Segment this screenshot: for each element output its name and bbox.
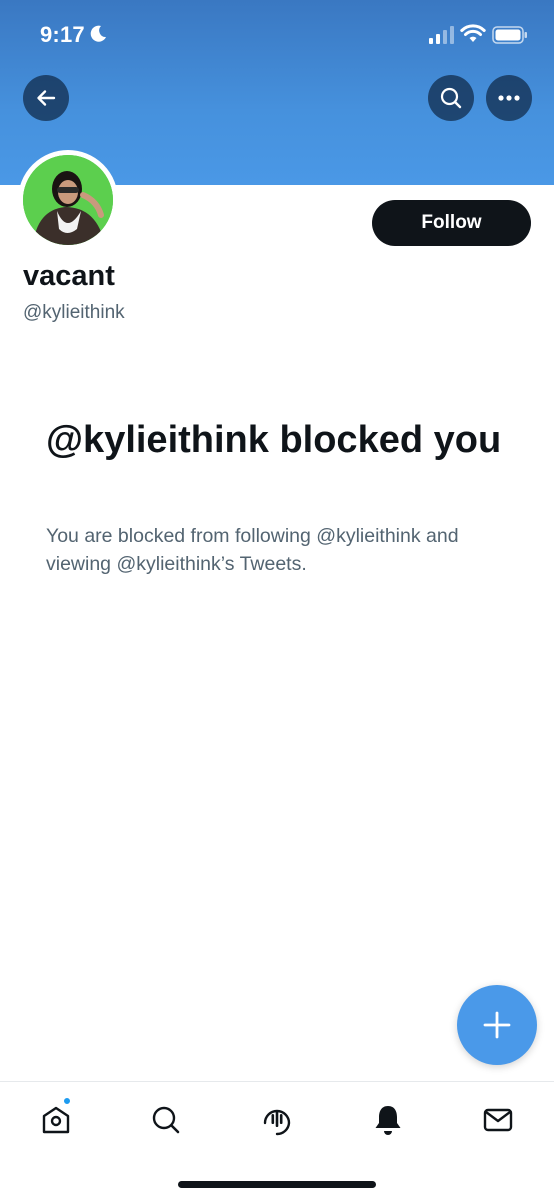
search-icon xyxy=(152,1106,180,1134)
spaces-icon xyxy=(263,1109,291,1136)
search-icon xyxy=(440,87,462,109)
home-icon xyxy=(42,1106,70,1134)
status-bar: 9:17 xyxy=(0,0,554,70)
tab-notifications[interactable] xyxy=(368,1100,408,1140)
more-options-button[interactable] xyxy=(486,75,532,121)
blocked-title: @kylieithink blocked you xyxy=(46,419,502,461)
avatar-photo xyxy=(23,155,113,245)
moon-icon xyxy=(90,25,106,42)
compose-tweet-button[interactable] xyxy=(457,985,537,1065)
battery-icon xyxy=(492,26,527,44)
back-button[interactable] xyxy=(23,75,69,121)
tab-search[interactable] xyxy=(146,1100,186,1140)
back-arrow-icon xyxy=(37,90,56,106)
status-time: 9:17 xyxy=(40,22,85,47)
blocked-description: You are blocked from following @kylieith… xyxy=(46,525,459,575)
profile-handle: @kylieithink xyxy=(23,302,125,323)
messages-icon xyxy=(483,1108,513,1132)
home-notification-dot xyxy=(62,1096,72,1106)
tab-home[interactable] xyxy=(36,1096,76,1140)
cellular-signal-icon xyxy=(429,26,454,44)
plus-icon xyxy=(483,1011,511,1039)
more-icon xyxy=(498,95,520,101)
search-button[interactable] xyxy=(428,75,474,121)
avatar[interactable] xyxy=(18,150,118,250)
notifications-bell-icon xyxy=(375,1106,401,1135)
tab-messages[interactable] xyxy=(478,1100,518,1140)
profile-display-name: vacant xyxy=(23,260,115,292)
tab-spaces[interactable] xyxy=(257,1100,297,1140)
wifi-icon xyxy=(460,24,486,42)
home-indicator xyxy=(178,1181,376,1188)
follow-button[interactable]: Follow xyxy=(372,200,531,246)
